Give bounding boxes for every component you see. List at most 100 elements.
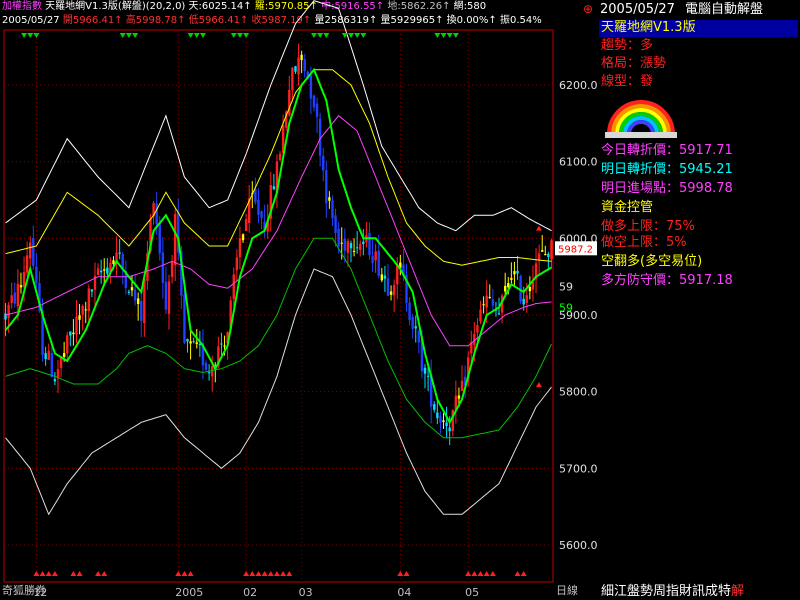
- candle-body: [170, 261, 174, 278]
- candle-body: [47, 350, 50, 360]
- candle-body: [312, 95, 316, 108]
- candle-body: [516, 270, 519, 274]
- candle-body: [44, 353, 47, 359]
- candle-body: [522, 298, 525, 305]
- today-turn-price: 今日轉折價：5917.71: [601, 143, 733, 158]
- candle-body: [485, 295, 488, 308]
- candle-body: [127, 291, 131, 293]
- candle-body: [436, 412, 439, 419]
- tomorrow-entry-price: 明日進場點：5998.78: [601, 181, 733, 196]
- candle-body: [340, 242, 343, 244]
- panel-date: 2005/05/27: [600, 2, 675, 17]
- candle-body: [272, 186, 276, 190]
- candle-body: [355, 247, 359, 249]
- candle-body: [84, 309, 87, 311]
- candle-body: [207, 372, 211, 374]
- candle-body: [254, 188, 257, 203]
- candle-body: [362, 241, 365, 244]
- candle-body: [377, 250, 380, 276]
- candle-body: [374, 251, 377, 261]
- candle-body: [417, 331, 421, 343]
- x-tick-label: 2005: [175, 586, 203, 599]
- x-tick-label: 02: [243, 586, 257, 599]
- candle-body: [87, 288, 91, 312]
- candle-body: [99, 270, 103, 273]
- analysis-panel: 2005/05/27 電腦自動解盤 天羅地網V1.3版 趨勢：多 格局：漲勢 線…: [597, 0, 800, 600]
- candle-body: [488, 297, 491, 299]
- candle-body: [349, 243, 353, 249]
- x-tick-label: 03: [299, 586, 313, 599]
- short-limit: 做空上限：5%: [601, 235, 687, 250]
- slogan-last-char: 解: [731, 584, 745, 599]
- candle-body: [460, 380, 464, 391]
- tomorrow-turn-price: 明日轉折價：5945.21: [601, 162, 733, 177]
- candle-body: [50, 353, 54, 378]
- candle-body: [118, 252, 121, 254]
- slogan-text: 細江盤勢周指財訊成特: [601, 584, 732, 599]
- candle-body: [238, 238, 242, 258]
- candle-body: [257, 199, 260, 215]
- candle-body: [337, 228, 340, 247]
- defense-price: 多方防守價：5917.18: [601, 273, 733, 288]
- candle-body: [204, 362, 208, 370]
- right-value-label: 59: [559, 281, 573, 294]
- candle-body: [13, 292, 16, 304]
- candle-body: [503, 285, 507, 292]
- candle-body: [291, 67, 294, 91]
- right-value-label: 59: [559, 301, 573, 314]
- candle-body: [96, 268, 100, 276]
- candle-body: [103, 269, 106, 271]
- candle-body: [537, 253, 541, 260]
- candle-body: [158, 223, 161, 254]
- candle-body: [161, 252, 165, 283]
- candle-body: [140, 300, 143, 321]
- candle-body: [359, 243, 362, 251]
- candle-body: [189, 341, 192, 344]
- candle-body: [383, 275, 387, 279]
- y-tick-label: 6200.0: [559, 79, 597, 92]
- candle-body: [260, 211, 263, 219]
- candle-body: [133, 289, 137, 301]
- x-tick-label: 04: [397, 586, 411, 599]
- y-tick-label: 5700.0: [559, 462, 597, 475]
- candle-body: [411, 316, 414, 329]
- candle-body: [528, 287, 532, 292]
- candle-body: [75, 316, 78, 335]
- candle-body: [325, 170, 328, 204]
- candle-body: [35, 266, 38, 284]
- candle-body: [297, 57, 300, 75]
- pattern-text: 格局：漲勢: [601, 56, 667, 71]
- candle-body: [315, 103, 319, 117]
- y-tick-label: 5800.0: [559, 386, 597, 399]
- candle-body: [479, 309, 482, 322]
- line-type-text: 線型：發: [601, 74, 654, 89]
- candle-body: [155, 203, 158, 225]
- candle-body: [343, 238, 347, 251]
- candle-body: [448, 427, 451, 432]
- candle-body: [78, 315, 81, 320]
- candle-body: [300, 54, 303, 61]
- candle-body: [392, 285, 396, 296]
- candle-body: [29, 242, 32, 259]
- candle-body: [476, 325, 479, 333]
- candle-body: [408, 302, 411, 321]
- candle-body: [195, 342, 198, 344]
- rainbow-icon: [605, 100, 677, 138]
- candle-body: [525, 295, 528, 303]
- period-label[interactable]: 日線: [556, 582, 578, 598]
- candle-body: [371, 255, 374, 264]
- candle-body: [25, 255, 29, 273]
- candle-body: [241, 234, 245, 241]
- y-tick-label: 5600.0: [559, 539, 597, 552]
- candle-body: [192, 341, 195, 343]
- candle-body: [510, 277, 513, 280]
- candle-body: [309, 75, 313, 99]
- candle-body: [62, 353, 66, 357]
- candlestick-chart[interactable]: 5600.05700.05800.05900.06000.06100.06200…: [0, 0, 597, 600]
- candle-body: [544, 254, 547, 256]
- candle-body: [423, 367, 427, 374]
- candle-body: [380, 274, 384, 281]
- candle-body: [69, 331, 72, 336]
- candle-body: [183, 294, 186, 343]
- panel-title: 天羅地網V1.3版: [601, 20, 696, 35]
